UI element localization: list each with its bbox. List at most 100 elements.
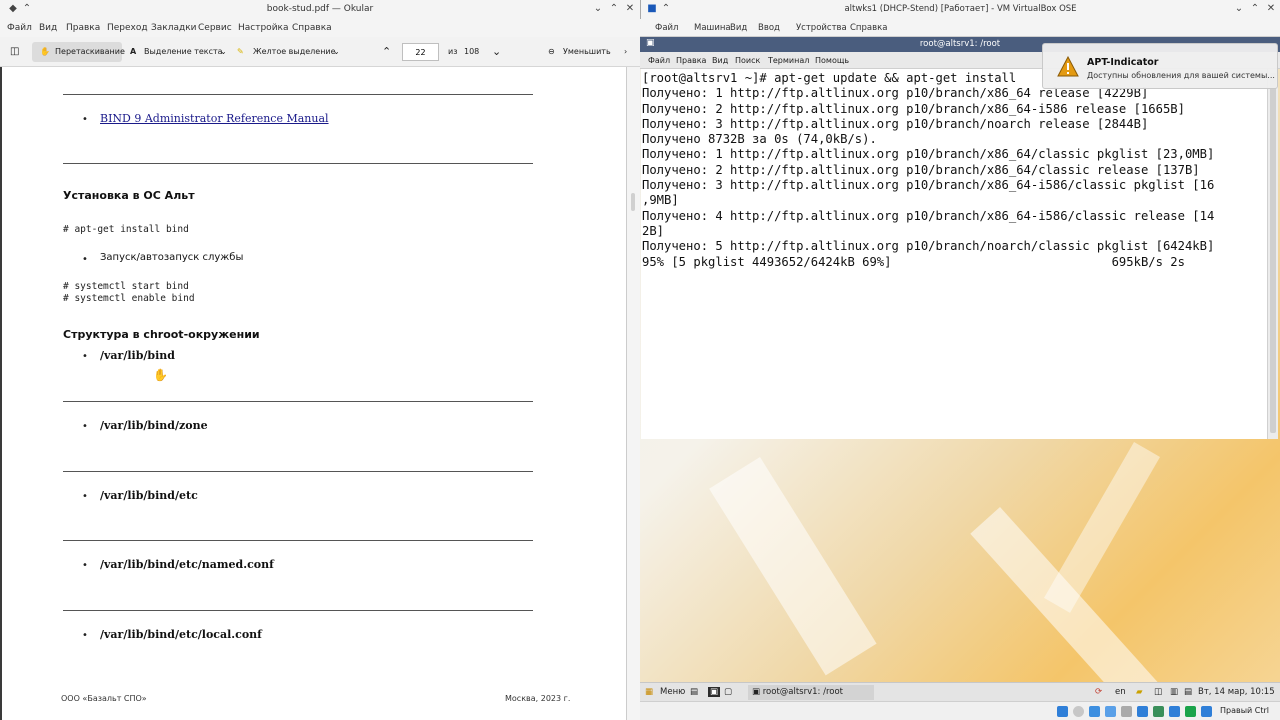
more-tools-icon[interactable]: › (624, 45, 627, 59)
launcher-icon[interactable]: ▢ (724, 687, 732, 697)
vb-menu-machine[interactable]: Машина (694, 23, 731, 33)
document-page[interactable]: • BIND 9 Administrator Reference Manual … (0, 67, 626, 720)
virtualbox-window: ■ ⌃ altwks1 (DHCP-Stend) [Работает] - VM… (640, 0, 1280, 720)
video-capture-icon[interactable] (1169, 706, 1180, 717)
clipboard-icon[interactable]: ▤ (1184, 687, 1192, 697)
next-page-icon[interactable]: ⌄ (492, 45, 501, 59)
taskbar-task-terminal[interactable]: ▣ root@altsrv1: /root (748, 685, 874, 700)
menu-view[interactable]: Вид (39, 23, 57, 33)
highlight-button[interactable]: Желтое выделение (253, 45, 336, 59)
terminal-line: Получено: 2 http://ftp.altlinux.org p10/… (642, 101, 1185, 116)
menu-bookmarks[interactable]: Закладки (151, 23, 197, 33)
okular-menubar: Файл Вид Правка Переход Закладки Сервис … (0, 19, 640, 37)
terminal-line: Получено: 2 http://ftp.altlinux.org p10/… (642, 162, 1200, 177)
guest-taskbar: ▦ Меню ▤ ▣ ▢ ▣ root@altsrv1: /root ⟳ en … (640, 682, 1280, 701)
minimize-icon[interactable]: ⌄ (591, 2, 605, 16)
mouse-integration-icon[interactable] (1201, 706, 1212, 717)
wallpaper-stripe (1044, 442, 1160, 613)
menu-help[interactable]: Справка (292, 23, 332, 33)
okular-window-title: book-stud.pdf — Okular (266, 4, 374, 14)
menu-edit[interactable]: Правка (66, 23, 100, 33)
update-icon[interactable]: ⟳ (1095, 687, 1102, 697)
footer-company: ООО «Базальт СПО» (61, 694, 147, 703)
file-manager-icon[interactable]: ▤ (690, 687, 698, 697)
menu-tools[interactable]: Сервис (198, 23, 232, 33)
maximize-icon[interactable]: ⌃ (607, 2, 621, 16)
clock[interactable]: Вт, 14 мар, 10:15 (1198, 687, 1275, 697)
menu-go[interactable]: Переход (107, 23, 148, 33)
terminal-scrollbar[interactable] (1267, 69, 1278, 439)
bullet: • (82, 630, 88, 641)
maximize-icon[interactable]: ⌃ (1248, 2, 1262, 16)
text-select-icon: A (130, 47, 137, 56)
keyboard-layout[interactable]: en (1115, 687, 1126, 697)
terminal-line: 2B] (642, 223, 665, 238)
drag-tool-button[interactable]: Перетаскивание (55, 45, 125, 59)
page-of-label: из (448, 47, 458, 56)
virtualbox-statusbar: Правый Ctrl (640, 701, 1280, 720)
virtualbox-titlebar[interactable]: ■ ⌃ altwks1 (DHCP-Stend) [Работает] - VM… (640, 0, 1280, 19)
shared-folders-icon[interactable] (1137, 706, 1148, 717)
network-status-icon[interactable] (1105, 706, 1116, 717)
term-menu-search[interactable]: Поиск (735, 56, 760, 65)
okular-titlebar[interactable]: ◆ ⌃ book-stud.pdf — Okular ⌄ ⌃ ✕ (0, 0, 640, 19)
terminal-line: Получено: 1 http://ftp.altlinux.org p10/… (642, 147, 1215, 162)
page-number-input[interactable] (402, 43, 439, 61)
terminal-launcher-icon[interactable]: ▣ (708, 687, 721, 697)
vb-menu-help[interactable]: Справка (850, 23, 887, 33)
menu-settings[interactable]: Настройка (238, 23, 289, 33)
apt-indicator-notification[interactable]: APT-Indicator Доступны обновления для ва… (1042, 43, 1278, 89)
heading-chroot: Структура в chroot-окружении (63, 328, 260, 341)
bullet: • (82, 254, 88, 265)
hdd-status-icon[interactable] (1057, 706, 1068, 717)
sidebar-toggle-icon[interactable]: ◫ (10, 45, 19, 59)
vb-menu-file[interactable]: Файл (655, 23, 678, 33)
wallpaper-stripe (709, 457, 877, 676)
scrollbar-thumb[interactable] (631, 193, 635, 211)
minimize-icon[interactable]: ⌄ (1232, 2, 1246, 16)
vb-menu-devices[interactable]: Устройства (796, 23, 847, 33)
tray-icon[interactable]: ▰ (1136, 687, 1143, 697)
document-scrollbar[interactable] (626, 67, 640, 720)
chevron-down-icon[interactable]: ⌄ (220, 45, 227, 59)
term-menu-edit[interactable]: Правка (676, 56, 706, 65)
terminal-output[interactable]: [root@altsrv1 ~]# apt-get update && apt-… (641, 69, 1267, 439)
volume-icon[interactable]: ◫ (1154, 687, 1162, 697)
zoom-out-button[interactable]: Уменьшить (563, 45, 611, 59)
term-menu-help[interactable]: Помощь (815, 56, 849, 65)
menu-file[interactable]: Файл (7, 23, 32, 33)
optical-status-icon[interactable] (1073, 706, 1084, 717)
path-item: /var/lib/bind/etc/local.conf (100, 628, 262, 641)
close-icon[interactable]: ✕ (623, 2, 637, 16)
audio-status-icon[interactable] (1089, 706, 1100, 717)
table-divider (63, 610, 533, 611)
chevron-down-icon[interactable]: ⌄ (333, 45, 340, 59)
close-icon[interactable]: ✕ (1264, 2, 1278, 16)
terminal-line: Получено 8732B за 0s (74,0kB/s). (642, 132, 877, 147)
terminal-line: Получено: 3 http://ftp.altlinux.org p10/… (642, 178, 1215, 193)
start-menu-button[interactable]: Меню (660, 687, 685, 697)
okular-toolbar: ◫ ✋ Перетаскивание A Выделение текста ⌄ … (0, 37, 640, 67)
warning-icon (1057, 56, 1079, 77)
table-divider (63, 540, 533, 541)
start-menu-icon[interactable]: ▦ (645, 687, 653, 697)
bind-manual-link[interactable]: BIND 9 Administrator Reference Manual (100, 112, 329, 125)
table-divider (63, 401, 533, 402)
path-item: /var/lib/bind/etc/named.conf (100, 558, 274, 571)
term-menu-terminal[interactable]: Терминал (768, 56, 809, 65)
network-icon[interactable]: ▥ (1170, 687, 1178, 697)
usb-status-icon[interactable] (1121, 706, 1132, 717)
previous-page-icon[interactable]: ⌃ (382, 45, 391, 59)
bullet: • (82, 114, 88, 125)
highlighter-icon: ✎ (237, 47, 244, 56)
item-autostart: Запуск/автозапуск службы (100, 252, 244, 263)
cpu-status-icon[interactable] (1185, 706, 1196, 717)
term-menu-view[interactable]: Вид (712, 56, 728, 65)
display-status-icon[interactable] (1153, 706, 1164, 717)
vb-menu-input[interactable]: Ввод (758, 23, 780, 33)
scrollbar-thumb[interactable] (1270, 73, 1276, 433)
vb-menu-view[interactable]: Вид (730, 23, 747, 33)
term-menu-file[interactable]: Файл (648, 56, 670, 65)
text-select-button[interactable]: Выделение текста (144, 45, 223, 59)
footer-location: Москва, 2023 г. (505, 694, 571, 703)
